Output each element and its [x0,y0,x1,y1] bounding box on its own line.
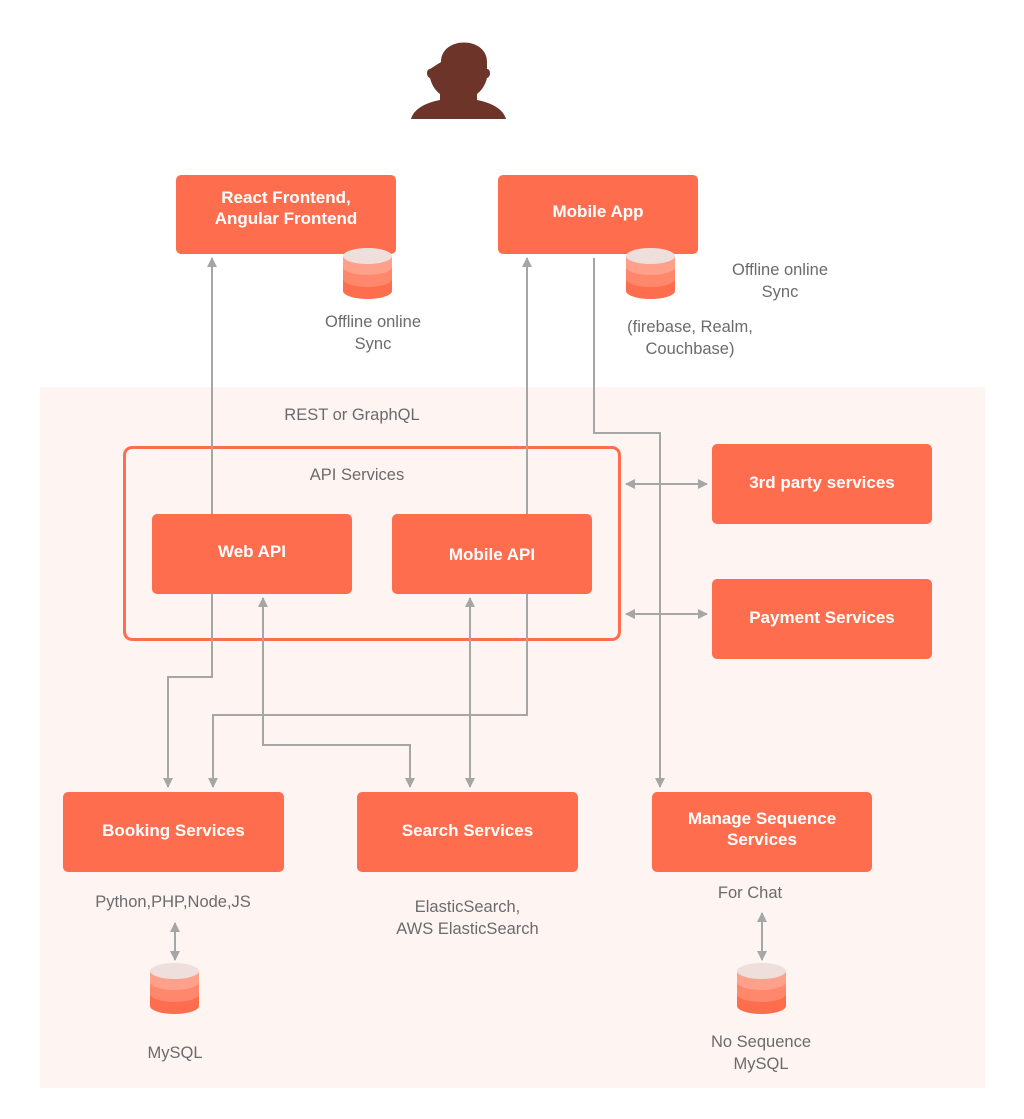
web-api-box[interactable]: Web API [152,514,352,594]
mobile-api-label: Mobile API [448,544,536,564]
web-frontend-label: React Frontend, Angular Frontend [214,187,358,228]
payment-services-label: Payment Services [749,607,895,627]
sequence-tech-label: For Chat [717,884,783,902]
mobile-app-box[interactable]: Mobile App [498,175,698,254]
booking-tech-label: Python,PHP,Node,JS [95,893,251,911]
mobile-app-db-note: (firebase, Realm, Couchbase) [627,318,753,358]
search-services-label: Search Services [401,820,534,840]
booking-services-label: Booking Services [102,820,245,840]
booking-db-label: MySQL [147,1044,203,1062]
protocol-label: REST or GraphQL [284,406,420,424]
web-frontend-db-label: Offline online Sync [324,313,421,353]
connector-mobileapi-booking [208,594,528,788]
connector-search-webapi [258,597,415,788]
web-frontend-box[interactable]: React Frontend, Angular Frontend [176,175,396,254]
manage-sequence-services-box[interactable]: Manage Sequence Services [652,792,872,872]
web-api-label: Web API [217,541,286,561]
third-party-services-label: 3rd party services [749,472,895,492]
connector-webapi-booking [163,594,213,788]
third-party-services-box[interactable]: 3rd party services [712,444,932,524]
mobile-app-db-label: Offline online Sync [731,261,828,301]
mobile-api-box[interactable]: Mobile API [392,514,592,594]
manage-sequence-services-label: Manage Sequence Services [687,809,837,849]
api-services-title: API Services [309,466,405,484]
sequence-db-label: No Sequence MySQL [711,1033,811,1073]
search-tech-label: ElasticSearch, AWS ElasticSearch [396,898,539,938]
search-services-box[interactable]: Search Services [357,792,578,872]
payment-services-box[interactable]: Payment Services [712,579,932,659]
booking-services-box[interactable]: Booking Services [63,792,284,872]
mobile-app-label: Mobile App [552,202,644,221]
